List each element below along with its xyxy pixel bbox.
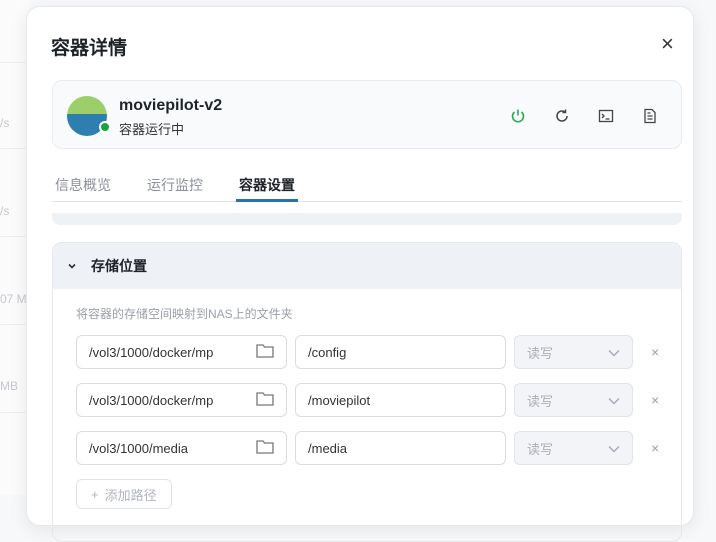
host-path-value: /vol3/1000/media [89,440,189,456]
storage-section-header[interactable]: 存储位置 [53,243,681,289]
host-path-value: /vol3/1000/docker/mp [89,344,214,360]
permission-value: 读写 [527,345,554,361]
container-details-dialog: 容器详情 × moviepilot-v2 容器运行中 信息概览 运行监控 容器设… [26,6,694,542]
restart-icon[interactable] [551,105,573,127]
background-text: 07 M [0,292,27,306]
chevron-down-icon [608,441,620,456]
tab-bar: 信息概览 运行监控 容器设置 [52,175,682,202]
permission-value: 读写 [527,393,554,409]
chevron-down-icon [608,393,620,408]
close-icon[interactable]: × [661,31,674,57]
add-path-button[interactable]: + 添加路径 [76,479,172,509]
chevron-down-icon [67,258,77,274]
volume-row: /vol3/1000/docker/mp /moviepilot 读写 × [76,383,659,417]
chevron-down-icon [608,345,620,360]
background-text: /s [0,116,10,130]
terminal-icon[interactable] [595,105,617,127]
plus-icon: + [91,486,99,502]
background-text: /s [0,204,10,218]
folder-icon[interactable] [256,391,274,409]
storage-section: 存储位置 将容器的存储空间映射到NAS上的文件夹 /vol3/1000/dock… [52,242,682,542]
remove-row-icon[interactable]: × [651,440,659,456]
status-dot [99,121,111,133]
dialog-title: 容器详情 [51,38,128,59]
tab-monitor[interactable]: 运行监控 [144,175,206,202]
storage-section-title: 存储位置 [91,258,147,274]
permission-select[interactable]: 读写 [514,383,633,417]
background-text: MB [0,379,18,393]
add-path-label: 添加路径 [104,487,157,503]
permission-select[interactable]: 读写 [514,431,633,465]
container-status: 容器运行中 [119,122,185,137]
host-path-value: /vol3/1000/docker/mp [89,392,214,408]
permission-select[interactable]: 读写 [514,335,633,369]
folder-icon[interactable] [256,439,274,457]
container-name: moviepilot-v2 [119,97,223,114]
remove-row-icon[interactable]: × [651,392,659,408]
volume-row: /vol3/1000/media /media 读写 × [76,431,659,465]
remove-row-icon[interactable]: × [651,344,659,360]
permission-value: 读写 [527,441,554,457]
container-card: moviepilot-v2 容器运行中 [52,80,682,149]
storage-description: 将容器的存储空间映射到NAS上的文件夹 [76,307,293,321]
folder-icon[interactable] [256,343,274,361]
host-path-input[interactable]: /vol3/1000/docker/mp [76,383,287,417]
tab-overview[interactable]: 信息概览 [52,175,114,202]
host-path-input[interactable]: /vol3/1000/docker/mp [76,335,287,369]
container-path-input[interactable]: /config [295,335,506,369]
container-path-input[interactable]: /media [295,431,506,465]
host-path-input[interactable]: /vol3/1000/media [76,431,287,465]
volume-row: /vol3/1000/docker/mp /config 读写 × [76,335,659,369]
log-icon[interactable] [639,105,661,127]
previous-section-bottom [52,213,682,225]
power-icon[interactable] [507,105,529,127]
container-path-input[interactable]: /moviepilot [295,383,506,417]
tab-settings[interactable]: 容器设置 [236,175,298,202]
